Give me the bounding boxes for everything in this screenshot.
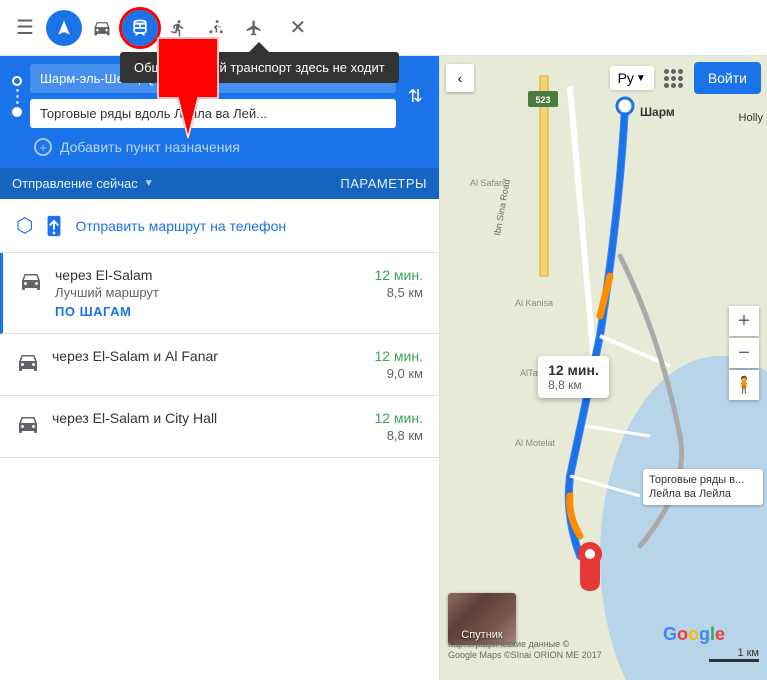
send-to-phone-button[interactable]: ⬡ Отправить маршрут на телефон bbox=[0, 199, 439, 253]
transit-tooltip: Общественный транспорт здесь не ходит bbox=[120, 52, 399, 83]
add-dest-label: Добавить пункт назначения bbox=[60, 139, 240, 155]
holly-label: Holly bbox=[739, 112, 763, 124]
departure-chevron-icon: ▼ bbox=[144, 178, 154, 189]
map-back-button[interactable]: ‹ bbox=[446, 64, 474, 92]
route-time-3: 12 мин. bbox=[374, 410, 423, 426]
map-top-controls: ‹ Ру ▼ bbox=[446, 62, 761, 94]
car-icon-1 bbox=[19, 269, 43, 293]
map-area[interactable]: 523 Шарм Ibn Sina Road Al Kanisa AlTawar… bbox=[440, 56, 767, 680]
svg-text:Шарм: Шарм bbox=[640, 105, 675, 119]
route-info-3: через El-Salam и City Hall 12 мин. 8,8 к… bbox=[52, 410, 423, 443]
departure-bar: Отправление сейчас ▼ ПАРАМЕТРЫ bbox=[0, 168, 439, 199]
svg-text:523: 523 bbox=[535, 95, 550, 105]
zoom-in-button[interactable]: + bbox=[729, 306, 759, 336]
satellite-thumbnail[interactable]: Спутник bbox=[448, 593, 516, 645]
route-dist-2: 9,0 км bbox=[387, 366, 423, 381]
lang-label: Ру bbox=[618, 70, 634, 86]
svg-text:Al Safari: Al Safari bbox=[470, 178, 504, 188]
car-icon-3 bbox=[16, 412, 40, 436]
add-destination-row[interactable]: + Добавить пункт назначения bbox=[12, 132, 427, 164]
to-input[interactable] bbox=[30, 99, 396, 128]
car-icon-2 bbox=[16, 350, 40, 374]
route-list: ⬡ Отправить маршрут на телефон через El-… bbox=[0, 199, 439, 680]
route-item-2[interactable]: через El-Salam и Al Fanar 12 мин. 9,0 км bbox=[0, 334, 439, 396]
signin-button[interactable]: Войти bbox=[694, 62, 761, 94]
add-dest-icon: + bbox=[34, 138, 52, 156]
route-sublabel-1: Лучший маршрут bbox=[55, 285, 159, 300]
route-info-1: через El-Salam 12 мин. Лучший маршрут 8,… bbox=[55, 267, 423, 319]
info-box-dist: 8,8 км bbox=[548, 378, 599, 392]
hamburger-icon[interactable]: ☰ bbox=[8, 7, 42, 48]
route-steps-button-1[interactable]: ПО ШАГАМ bbox=[55, 304, 423, 319]
plane-nav-icon[interactable] bbox=[236, 10, 272, 46]
route-name-1: через El-Salam bbox=[55, 267, 152, 283]
swap-routes-button[interactable]: ⇅ bbox=[404, 82, 427, 111]
route-name-3: через El-Salam и City Hall bbox=[52, 410, 217, 426]
route-name-2: через El-Salam и Al Fanar bbox=[52, 348, 218, 364]
route-dist-1: 8,5 км bbox=[387, 285, 423, 300]
transit-nav-icon[interactable] bbox=[122, 10, 158, 46]
send-to-phone-icon: ⬡ bbox=[16, 213, 33, 238]
walk-nav-icon[interactable] bbox=[160, 10, 196, 46]
zoom-out-button[interactable]: − bbox=[729, 338, 759, 368]
route-info-2: через El-Salam и Al Fanar 12 мин. 9,0 км bbox=[52, 348, 423, 381]
departure-left[interactable]: Отправление сейчас ▼ bbox=[12, 176, 154, 191]
nav-icons bbox=[46, 10, 272, 46]
bike-nav-icon[interactable] bbox=[198, 10, 234, 46]
map-zoom-controls: + − 🧍 bbox=[729, 306, 759, 400]
route-item-3[interactable]: через El-Salam и City Hall 12 мин. 8,8 к… bbox=[0, 396, 439, 458]
destination-label: Торговые ряды в... Лейла ва Лейла bbox=[643, 469, 763, 506]
departure-label: Отправление сейчас bbox=[12, 176, 138, 191]
car-nav-icon[interactable] bbox=[84, 10, 120, 46]
directions-nav-icon[interactable] bbox=[46, 10, 82, 46]
params-button[interactable]: ПАРАМЕТРЫ bbox=[340, 176, 427, 191]
apps-grid-button[interactable] bbox=[658, 62, 690, 94]
google-logo: Google bbox=[663, 624, 725, 645]
send-phone-icon bbox=[43, 215, 65, 237]
map-copyright: Картографические данные © Google Maps ©S… bbox=[448, 639, 602, 662]
left-panel: ⇅ + Добавить пункт назначения Отправлени… bbox=[0, 56, 440, 680]
route-time-2: 12 мин. bbox=[374, 348, 423, 364]
svg-text:Al Motelat: Al Motelat bbox=[515, 438, 556, 448]
route-dist-3: 8,8 км bbox=[387, 428, 423, 443]
map-scale: 1 км bbox=[709, 647, 759, 662]
svg-text:Al Kanisa: Al Kanisa bbox=[515, 298, 553, 308]
lang-arrow-icon: ▼ bbox=[636, 73, 646, 84]
route-item-1[interactable]: через El-Salam 12 мин. Лучший маршрут 8,… bbox=[0, 253, 439, 334]
street-view-button[interactable]: 🧍 bbox=[729, 370, 759, 400]
send-to-phone-label: Отправить маршрут на телефон bbox=[75, 218, 286, 234]
map-info-box: 12 мин. 8,8 км bbox=[538, 356, 609, 398]
info-box-time: 12 мин. bbox=[548, 362, 599, 378]
language-selector[interactable]: Ру ▼ bbox=[610, 66, 654, 90]
route-time-1: 12 мин. bbox=[374, 267, 423, 283]
close-icon[interactable]: ✕ bbox=[280, 10, 316, 46]
